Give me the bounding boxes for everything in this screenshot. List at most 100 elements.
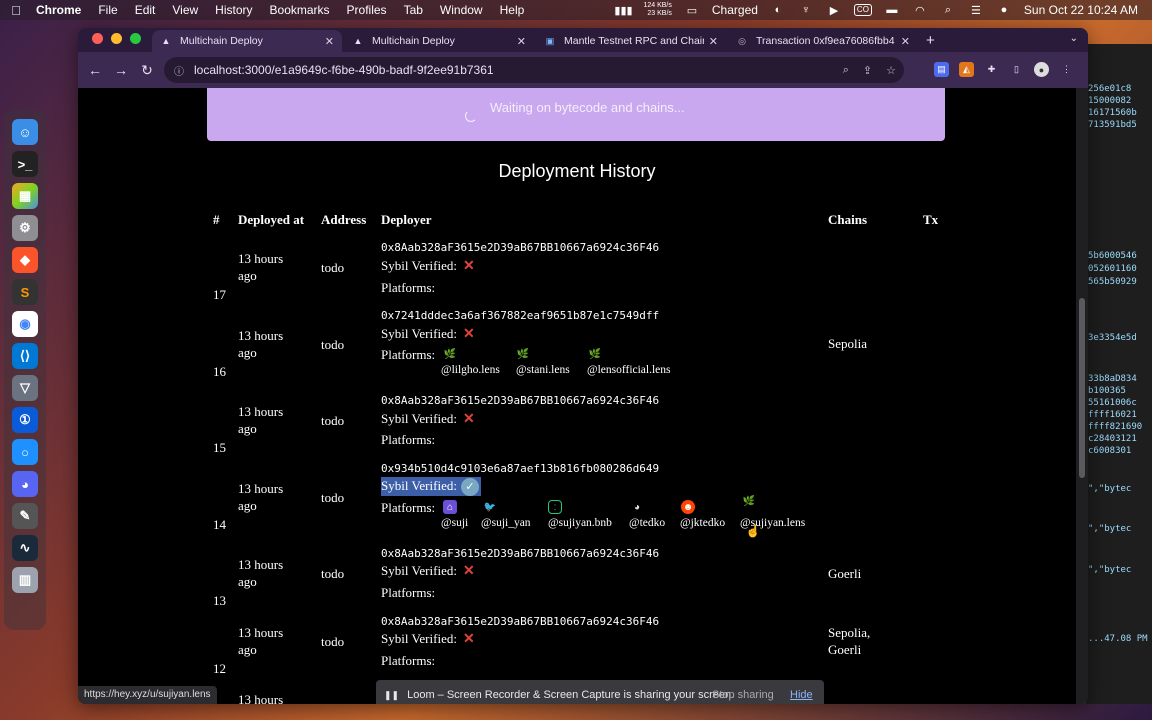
space-id-handle-link[interactable]: @sujiyan.bnb: [548, 517, 612, 529]
trash-icon[interactable]: ▥: [12, 567, 38, 593]
reddit-icon[interactable]: ☻: [681, 500, 695, 514]
brave-icon[interactable]: ◆: [12, 247, 38, 273]
sublime-icon[interactable]: S: [12, 279, 38, 305]
menu-tab[interactable]: Tab: [404, 3, 423, 17]
chevron-down-icon[interactable]: ⌄: [1070, 33, 1078, 44]
zoom-window-button[interactable]: [130, 33, 141, 44]
activity-monitor-icon[interactable]: ∿: [12, 535, 38, 561]
extensions-puzzle-icon[interactable]: ✚: [984, 62, 999, 77]
network-speed[interactable]: 124 KB/s 23 KB/s: [643, 2, 671, 18]
lens-handle-link[interactable]: @stani.lens: [516, 364, 570, 376]
github-handle-link[interactable]: @tedko: [629, 517, 665, 529]
close-tab-icon[interactable]: ✕: [325, 35, 334, 48]
close-tab-icon[interactable]: ✕: [517, 35, 526, 48]
extension-icon[interactable]: ◐: [770, 4, 786, 16]
row-deployer[interactable]: 0x7241dddec3a6af367882eaf9651b87e1c7549d…: [381, 307, 659, 324]
share-icon[interactable]: ⇪: [863, 64, 872, 77]
site-info-icon[interactable]: ⓘ: [174, 63, 184, 78]
onepassword-icon[interactable]: ①: [12, 407, 38, 433]
finder-icon[interactable]: ☺: [12, 119, 38, 145]
stop-sharing-button[interactable]: Stop sharing: [712, 689, 774, 701]
minimize-window-button[interactable]: [111, 33, 122, 44]
mail-icon[interactable]: ▽: [12, 375, 38, 401]
cpu-graph-icon[interactable]: ▮▮▮: [614, 4, 632, 17]
chrome-icon[interactable]: ◉: [12, 311, 38, 337]
row-deployer[interactable]: 0x8Aab328aF3615e2D39aB67BB10667a6924c36F…: [381, 613, 659, 630]
reddit-handle-link[interactable]: @jktedko: [680, 517, 725, 529]
menu-file[interactable]: File: [98, 3, 117, 17]
terminal-icon[interactable]: >_: [12, 151, 38, 177]
menu-help[interactable]: Help: [500, 3, 525, 17]
globe-favicon-icon: ◎: [738, 35, 746, 46]
menu-profiles[interactable]: Profiles: [347, 3, 387, 17]
clock[interactable]: Sun Oct 22 10:24 AM: [1024, 3, 1138, 17]
co-indicator[interactable]: CO: [853, 4, 872, 16]
menu-history[interactable]: History: [215, 3, 252, 17]
vscode-icon[interactable]: ⟨⟩: [12, 343, 38, 369]
siri-icon[interactable]: ●: [996, 4, 1012, 16]
lens-icon[interactable]: 🌿: [742, 494, 756, 508]
close-window-button[interactable]: [92, 33, 103, 44]
discord-icon[interactable]: ◕: [12, 471, 38, 497]
close-tab-icon[interactable]: ✕: [709, 35, 718, 48]
system-settings-icon[interactable]: ⚙: [12, 215, 38, 241]
back-icon[interactable]: ←: [82, 62, 108, 78]
url-text[interactable]: localhost:3000/e1a9649c-f6be-490b-badf-9…: [194, 63, 494, 77]
control-center-icon[interactable]: ☰: [968, 4, 984, 17]
menu-view[interactable]: View: [172, 3, 198, 17]
space-id-icon[interactable]: :: [548, 500, 562, 514]
tab-multichain-deploy-1[interactable]: ▲ Multichain Deploy ✕: [152, 30, 342, 52]
tab-transaction[interactable]: ◎ Transaction 0xf9ea76086fbb4 ✕: [728, 30, 918, 52]
menu-window[interactable]: Window: [440, 3, 483, 17]
row-deployer[interactable]: 0x8Aab328aF3615e2D39aB67BB10667a6924c36F…: [381, 239, 659, 256]
hide-button[interactable]: Hide: [790, 689, 813, 701]
vpn-icon[interactable]: ♆: [798, 4, 814, 16]
kebab-menu-icon[interactable]: ⋮: [1059, 62, 1074, 77]
twitter-handle-link[interactable]: @suji_yan: [481, 517, 531, 529]
close-tab-icon[interactable]: ✕: [901, 35, 910, 48]
lens-handle-link[interactable]: @lensofficial.lens: [587, 364, 671, 376]
platforms-label: Platforms:: [381, 280, 436, 295]
wifi-icon[interactable]: ◠: [912, 4, 928, 17]
play-icon[interactable]: ▶: [826, 4, 842, 17]
tab-multichain-deploy-2[interactable]: ▲ Multichain Deploy ✕: [344, 30, 534, 52]
apple-icon[interactable]: : [8, 3, 24, 18]
farcaster-icon[interactable]: ⌂: [443, 500, 457, 514]
reload-icon[interactable]: ↻: [134, 62, 160, 79]
new-tab-icon[interactable]: +: [926, 32, 935, 49]
twitter-icon[interactable]: 🐦: [483, 500, 497, 514]
spotlight-search-icon[interactable]: ⌕: [940, 4, 956, 16]
github-icon[interactable]: ◕: [630, 500, 644, 514]
lens-icon[interactable]: 🌿: [588, 347, 602, 361]
header-deployer: Deployer: [381, 212, 432, 227]
side-panel-icon[interactable]: ▯: [1009, 62, 1024, 77]
forward-icon[interactable]: →: [108, 62, 134, 78]
menu-edit[interactable]: Edit: [135, 3, 156, 17]
bg-line: 15000082: [1088, 96, 1132, 106]
scrollbar-thumb[interactable]: [1079, 298, 1085, 478]
menu-bookmarks[interactable]: Bookmarks: [270, 3, 330, 17]
farcaster-handle-link[interactable]: @suji: [441, 517, 468, 529]
profile-avatar-icon[interactable]: ●: [1034, 62, 1049, 77]
lens-handle-link[interactable]: @lilgho.lens: [441, 364, 500, 376]
bookmark-star-icon[interactable]: ☆: [886, 64, 896, 77]
lens-icon[interactable]: 🌿: [443, 347, 457, 361]
metamask-icon[interactable]: ◭: [959, 62, 974, 77]
zoom-icon[interactable]: ⌕: [843, 64, 849, 77]
signal-icon[interactable]: ○: [12, 439, 38, 465]
address-bar[interactable]: ⓘ localhost:3000/e1a9649c-f6be-490b-badf…: [164, 57, 904, 83]
row-deployer[interactable]: 0x8Aab328aF3615e2D39aB67BB10667a6924c36F…: [381, 545, 659, 562]
menu-app-name[interactable]: Chrome: [36, 3, 81, 17]
row-deployer[interactable]: 0x934b510d4c9103e6a87aef13b816fb080286d6…: [381, 460, 659, 477]
launchpad-icon[interactable]: ▦: [12, 183, 38, 209]
battery-status[interactable]: Charged: [712, 3, 758, 17]
row-deployer[interactable]: 0x8Aab328aF3615e2D39aB67BB10667a6924c36F…: [381, 392, 659, 409]
tab-mantle-testnet[interactable]: ▣ Mantle Testnet RPC and Chain ✕: [536, 30, 726, 52]
lens-icon[interactable]: 🌿: [516, 347, 530, 361]
preview-icon[interactable]: ✎: [12, 503, 38, 529]
pause-icon[interactable]: ❚❚: [384, 690, 399, 701]
battery-icon[interactable]: ▭: [684, 4, 700, 17]
battery-level-icon[interactable]: ▬: [884, 4, 900, 16]
page-scrollbar[interactable]: [1076, 88, 1088, 704]
extension-calendar-icon[interactable]: ▤: [934, 62, 949, 77]
